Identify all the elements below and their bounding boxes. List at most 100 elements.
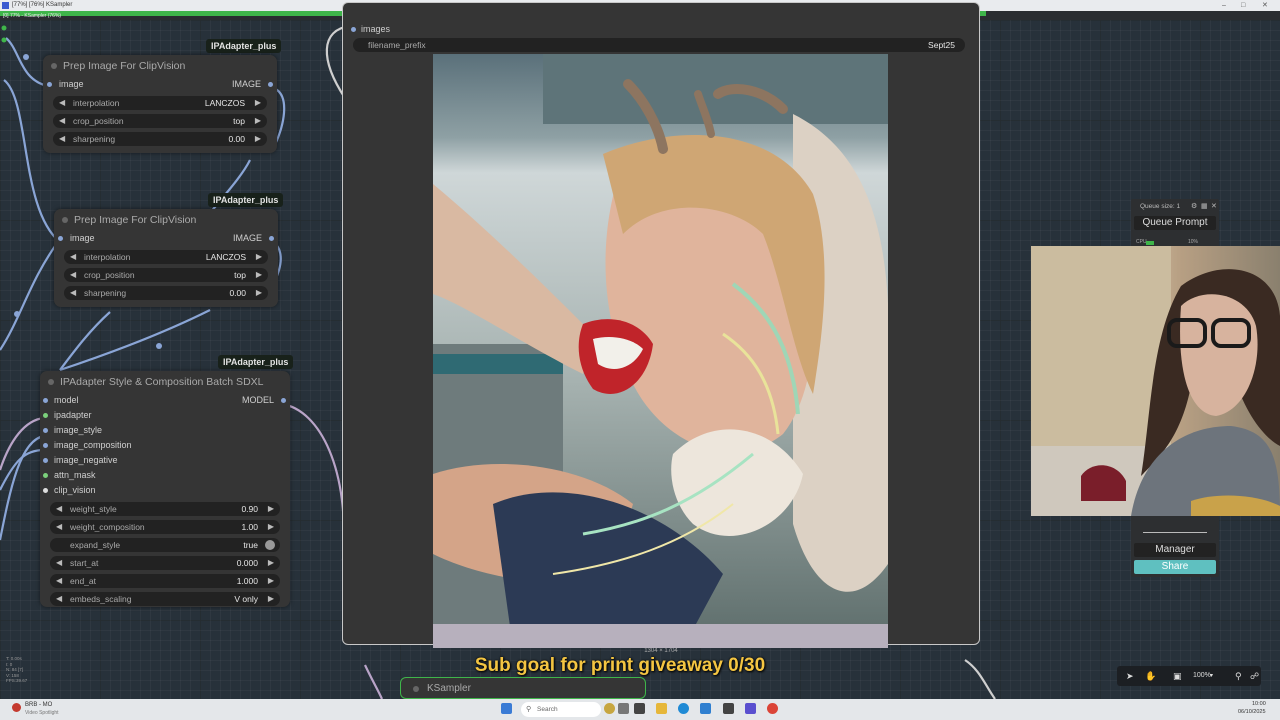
decrement-icon[interactable]: ◀ — [56, 592, 62, 606]
input-slot[interactable] — [43, 413, 48, 418]
increment-icon[interactable]: ▶ — [255, 114, 261, 128]
close-icon[interactable]: ✕ — [1211, 202, 1217, 210]
taskbar-search[interactable]: ⚲ Search — [521, 702, 601, 717]
increment-icon[interactable]: ▶ — [268, 574, 274, 588]
output-slot[interactable] — [281, 398, 286, 403]
output-slot[interactable] — [269, 236, 274, 241]
collapse-dot[interactable] — [413, 686, 419, 692]
increment-icon[interactable]: ▶ — [268, 592, 274, 606]
widget-weight-style[interactable]: ◀ weight_style 0.90 ▶ — [50, 502, 280, 516]
close-icon[interactable]: ✕ — [1262, 0, 1268, 11]
widget-end-at[interactable]: ◀ end_at 1.000 ▶ — [50, 574, 280, 588]
ksampler-node[interactable]: KSampler — [400, 677, 646, 699]
input-label: model — [54, 395, 79, 405]
input-slot[interactable] — [351, 27, 356, 32]
folder-icon[interactable] — [656, 703, 667, 714]
taskview-icon[interactable] — [634, 703, 645, 714]
decrement-icon[interactable]: ◀ — [56, 574, 62, 588]
collapse-dot[interactable] — [51, 63, 57, 69]
chrome-icon[interactable] — [767, 703, 778, 714]
editor-icon[interactable] — [745, 703, 756, 714]
decrement-icon[interactable]: ◀ — [59, 132, 65, 146]
widget-weight-composition[interactable]: ◀ weight_composition 1.00 ▶ — [50, 520, 280, 534]
decrement-icon[interactable]: ◀ — [56, 520, 62, 534]
widget-crop-position[interactable]: ◀ crop_position top ▶ — [53, 114, 267, 128]
obs-icon[interactable] — [723, 703, 734, 714]
fit-view-icon[interactable]: ▣ — [1173, 666, 1182, 686]
toggle-knob[interactable] — [265, 540, 275, 550]
decrement-icon[interactable]: ◀ — [56, 502, 62, 516]
input-slot[interactable] — [47, 82, 52, 87]
widget-embeds-scaling[interactable]: ◀ embeds_scaling V only ▶ — [50, 592, 280, 606]
widget-value: 1.000 — [236, 576, 258, 586]
widget-value: 0.00 — [228, 134, 245, 144]
chevron-down-icon[interactable]: ▾ — [1210, 666, 1213, 686]
store-icon[interactable] — [700, 703, 711, 714]
increment-icon[interactable]: ▶ — [256, 286, 262, 300]
notification-subtitle: Video Spotlight — [25, 710, 59, 716]
input-slot[interactable] — [43, 428, 48, 433]
filename-prefix-field[interactable]: filename_prefix Sept25 — [353, 38, 965, 52]
increment-icon[interactable]: ▶ — [256, 250, 262, 264]
decrement-icon[interactable]: ◀ — [59, 114, 65, 128]
decrement-icon[interactable]: ◀ — [59, 96, 65, 110]
widget-label: weight_composition — [70, 522, 145, 532]
widget-interpolation[interactable]: ◀ interpolation LANCZOS ▶ — [64, 250, 268, 264]
decrement-icon[interactable]: ◀ — [70, 286, 76, 300]
history-icon[interactable]: ▦ — [1201, 202, 1208, 210]
increment-icon[interactable]: ▶ — [255, 96, 261, 110]
input-slot[interactable] — [43, 398, 48, 403]
search-icon: ⚲ — [526, 706, 532, 713]
widget-interpolation[interactable]: ◀ interpolation LANCZOS ▶ — [53, 96, 267, 110]
increment-icon[interactable]: ▶ — [268, 502, 274, 516]
prep-image-node-2[interactable]: Prep Image For ClipVision image IMAGE ◀ i… — [54, 209, 278, 307]
widget-start-at[interactable]: ◀ start_at 0.000 ▶ — [50, 556, 280, 570]
pointer-icon[interactable]: ➤ — [1126, 666, 1134, 686]
output-label: IMAGE — [231, 79, 261, 89]
collapse-dot[interactable] — [48, 379, 54, 385]
widget-expand-style[interactable]: expand_style true — [50, 538, 280, 552]
pin-icon[interactable]: ⚲ — [1235, 666, 1242, 686]
input-label: image — [59, 79, 84, 89]
node-title: KSampler — [427, 683, 471, 694]
input-slot[interactable] — [43, 488, 48, 493]
output-image[interactable] — [433, 54, 888, 648]
start-icon[interactable] — [501, 703, 512, 714]
zoom-level[interactable]: 100% — [1193, 666, 1211, 686]
widgets-icon[interactable] — [604, 703, 615, 714]
minimize-icon[interactable]: – — [1222, 0, 1226, 11]
decrement-icon[interactable]: ◀ — [56, 556, 62, 570]
widget-label: interpolation — [84, 252, 131, 262]
manager-button[interactable]: Manager — [1134, 543, 1216, 557]
widget-label: interpolation — [73, 98, 120, 108]
increment-icon[interactable]: ▶ — [256, 268, 262, 282]
edge-icon[interactable] — [678, 703, 689, 714]
link-icon[interactable]: ☍ — [1250, 666, 1259, 686]
gear-icon[interactable]: ⚙ — [1191, 202, 1197, 210]
decrement-icon[interactable]: ◀ — [70, 268, 76, 282]
maximize-icon[interactable]: □ — [1241, 0, 1245, 11]
decrement-icon[interactable]: ◀ — [70, 250, 76, 264]
node-title-bar: IPAdapter Style & Composition Batch SDXL — [40, 371, 290, 393]
input-slot[interactable] — [43, 443, 48, 448]
queue-prompt-button[interactable]: Queue Prompt — [1134, 216, 1216, 230]
app-icon[interactable] — [618, 703, 629, 714]
increment-icon[interactable]: ▶ — [268, 556, 274, 570]
input-slot[interactable] — [43, 473, 48, 478]
cpu-value: 10% — [1188, 239, 1199, 245]
output-slot[interactable] — [268, 82, 273, 87]
increment-icon[interactable]: ▶ — [255, 132, 261, 146]
widget-sharpening[interactable]: ◀ sharpening 0.00 ▶ — [53, 132, 267, 146]
notification-icon[interactable] — [12, 703, 21, 712]
collapse-dot[interactable] — [62, 217, 68, 223]
widget-crop-position[interactable]: ◀ crop_position top ▶ — [64, 268, 268, 282]
widget-sharpening[interactable]: ◀ sharpening 0.00 ▶ — [64, 286, 268, 300]
clock-date: 06/10/2025 — [1238, 709, 1266, 715]
ipadapter-style-node[interactable]: IPAdapter Style & Composition Batch SDXL… — [40, 371, 290, 607]
increment-icon[interactable]: ▶ — [268, 520, 274, 534]
share-button[interactable]: Share — [1134, 560, 1216, 574]
prep-image-node-1[interactable]: Prep Image For ClipVision image IMAGE ◀ i… — [43, 55, 277, 153]
hand-icon[interactable]: ✋ — [1145, 666, 1156, 686]
input-slot[interactable] — [58, 236, 63, 241]
input-slot[interactable] — [43, 458, 48, 463]
